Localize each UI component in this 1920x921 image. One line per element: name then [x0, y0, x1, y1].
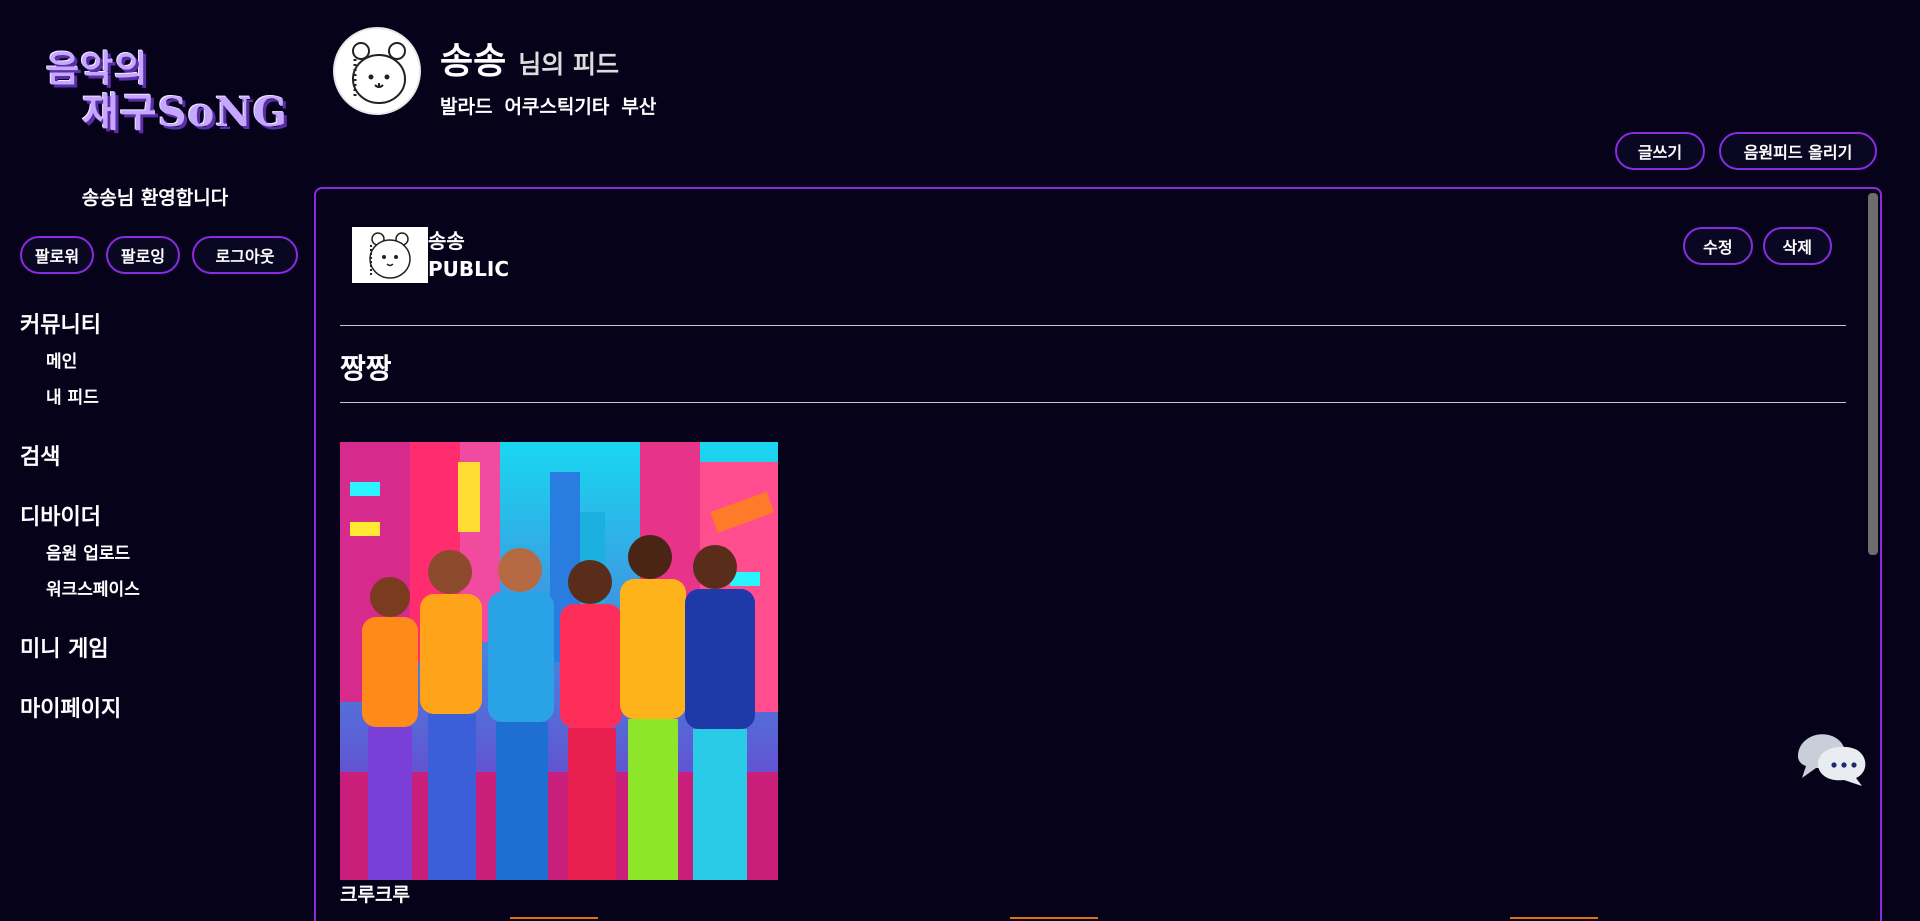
nav-item-my-feed[interactable]: 내 피드: [20, 377, 280, 413]
post-panel: 송송 PUBLIC 수정 삭제 짱짱 크루크루: [314, 187, 1882, 921]
feed-title-suffix: 님의 피드: [518, 50, 619, 79]
nav-heading-search[interactable]: 검색: [20, 437, 280, 473]
bottom-controls: [316, 917, 1880, 921]
bottom-control[interactable]: [510, 917, 598, 921]
tag-region: 부산: [621, 96, 657, 118]
tag-genre: 발라드: [440, 96, 493, 118]
nav-item-upload[interactable]: 음원 업로드: [20, 533, 280, 569]
bear-avatar-icon: [352, 227, 428, 283]
nav-item-main[interactable]: 메인: [20, 341, 280, 377]
chat-button[interactable]: [1792, 728, 1872, 788]
post-author-info: 송송 PUBLIC: [428, 227, 509, 283]
post-actions: 수정 삭제: [1683, 227, 1832, 265]
illustration: [340, 442, 778, 880]
profile-avatar: [333, 27, 421, 115]
sidebar-buttons: 팔로워 팔로잉 로그아웃: [20, 236, 298, 274]
welcome-message: 송송님 환영합니다: [81, 187, 229, 209]
bottom-control[interactable]: [1510, 917, 1598, 921]
sidebar-nav: 커뮤니티 메인 내 피드 검색 디바이더 음원 업로드 워크스페이스 미니 게임…: [20, 305, 280, 749]
feed-actions: 글쓰기 음원피드 올리기: [1615, 132, 1877, 170]
delete-button[interactable]: 삭제: [1762, 227, 1832, 265]
image-caption: 크루크루: [340, 884, 410, 906]
nav-heading-mini-game[interactable]: 미니 게임: [20, 629, 280, 665]
post-author-avatar: [352, 227, 428, 283]
nav-section-divider: 디바이더 음원 업로드 워크스페이스: [20, 497, 280, 605]
nav-section-community: 커뮤니티 메인 내 피드: [20, 305, 280, 413]
divider: [340, 402, 1846, 403]
nav-heading-mypage[interactable]: 마이페이지: [20, 689, 280, 725]
chat-bubbles-icon: [1798, 734, 1866, 786]
feed-title: 송송 님의 피드: [440, 32, 619, 84]
nav-section-search: 검색: [20, 437, 280, 473]
nav-item-workspace[interactable]: 워크스페이스: [20, 569, 280, 605]
site-logo[interactable]: 음악의 재구SoNG: [42, 36, 292, 136]
post-author-name: 송송: [428, 229, 465, 253]
nav-section-mini-game: 미니 게임: [20, 629, 280, 665]
logout-button[interactable]: 로그아웃: [192, 236, 298, 274]
tag-instrument: 어쿠스틱기타: [504, 96, 610, 118]
logo-line-2: 재구SoNG: [82, 89, 288, 136]
nav-heading-community[interactable]: 커뮤니티: [20, 305, 280, 341]
upload-feed-button[interactable]: 음원피드 올리기: [1719, 132, 1877, 170]
edit-button[interactable]: 수정: [1683, 227, 1753, 265]
nav-section-mypage: 마이페이지: [20, 689, 280, 725]
followers-button[interactable]: 팔로워: [20, 236, 94, 274]
bottom-control[interactable]: [1010, 917, 1098, 921]
profile-tags: 발라드 어쿠스틱기타 부산: [440, 92, 656, 119]
feed-owner-name: 송송: [440, 41, 507, 82]
nav-heading-divider[interactable]: 디바이더: [20, 497, 280, 533]
write-button[interactable]: 글쓰기: [1615, 132, 1705, 170]
post-visibility: PUBLIC: [428, 257, 510, 281]
post-title: 짱짱: [340, 352, 392, 385]
bear-avatar-icon: [337, 31, 419, 113]
following-button[interactable]: 팔로잉: [106, 236, 180, 274]
divider: [340, 325, 1846, 326]
scrollbar[interactable]: [1868, 193, 1878, 555]
post-image[interactable]: [340, 442, 778, 880]
